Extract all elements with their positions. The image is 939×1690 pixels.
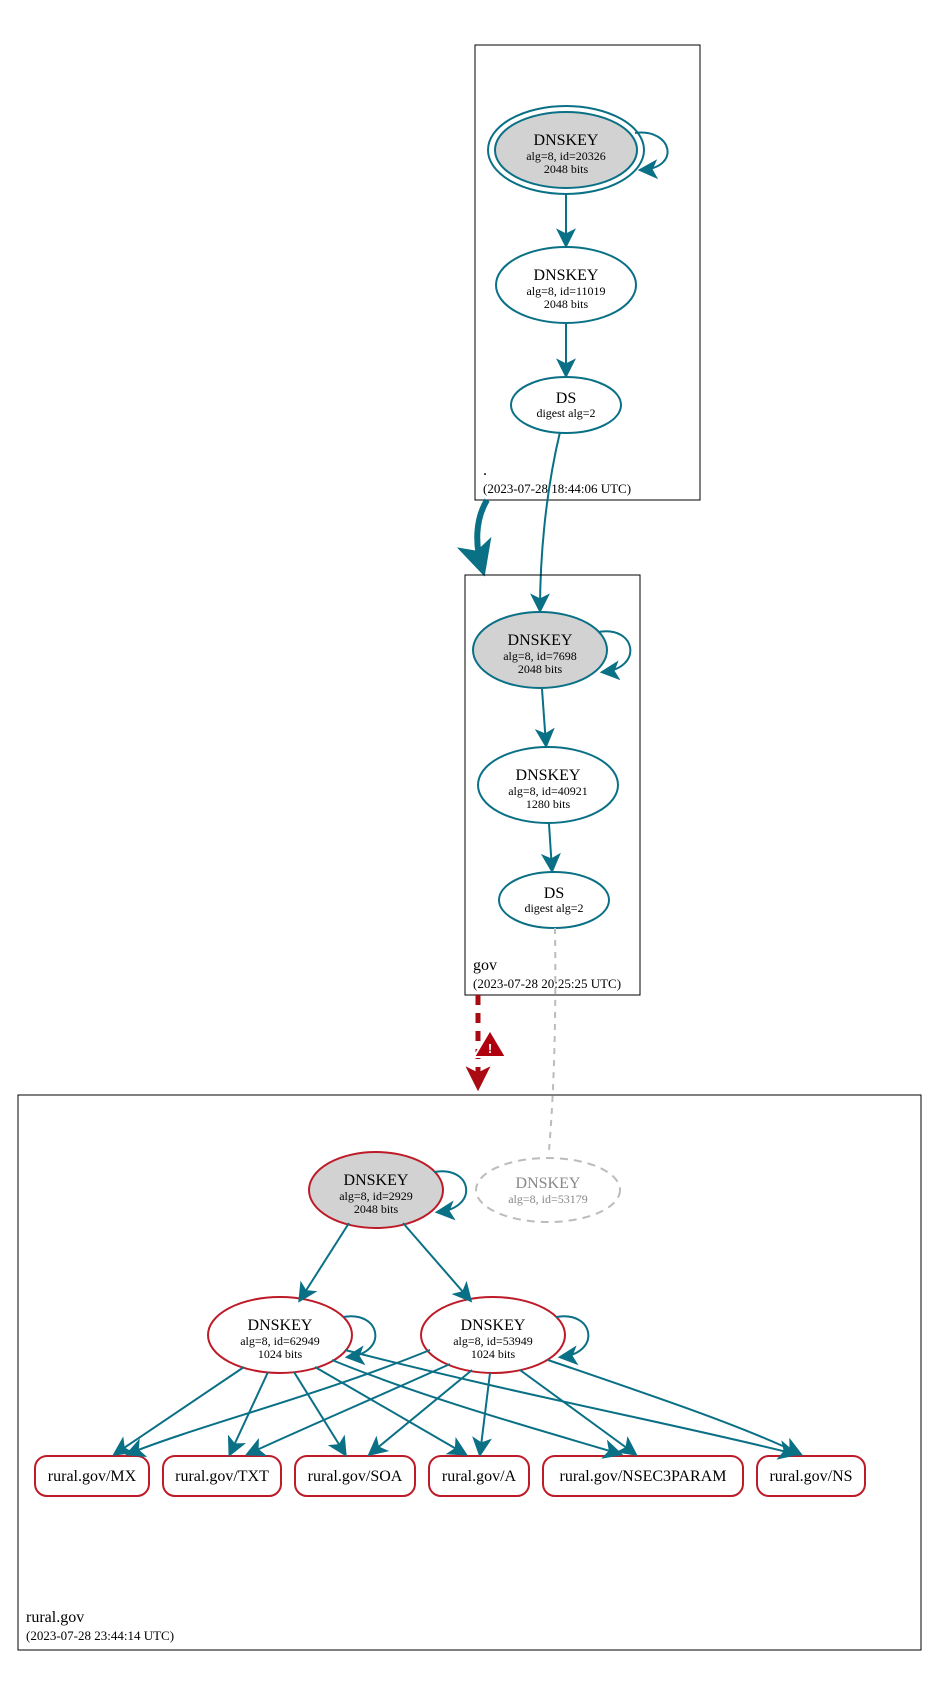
svg-text:rural.gov/A: rural.gov/A [442,1468,517,1485]
svg-text:DNSKEY: DNSKEY [248,1317,313,1334]
svg-text:alg=8, id=11019: alg=8, id=11019 [526,284,605,298]
svg-text:DNSKEY: DNSKEY [534,132,599,149]
svg-text:DNSKEY: DNSKEY [516,1175,581,1192]
svg-text:alg=8, id=53949: alg=8, id=53949 [453,1334,533,1348]
edge-gov-ksk-zsk [542,689,546,745]
svg-text:DS: DS [544,885,564,902]
zone-root: . (2023-07-28 18:44:06 UTC) DNSKEY alg=8… [475,45,700,500]
edge-gov-zsk-ds [549,824,552,870]
svg-text:alg=8, id=2929: alg=8, id=2929 [339,1189,413,1203]
svg-text:rural.gov/TXT: rural.gov/TXT [175,1468,269,1485]
zone-root-ts: (2023-07-28 18:44:06 UTC) [483,481,631,496]
svg-text:alg=8, id=62949: alg=8, id=62949 [240,1334,320,1348]
svg-text:2048 bits: 2048 bits [354,1202,399,1216]
edge-gov-ds-to-missing [549,928,555,1150]
node-gov-zsk: DNSKEY alg=8, id=40921 1280 bits [478,747,618,823]
svg-text:alg=8, id=53179: alg=8, id=53179 [508,1192,588,1206]
zone-gov-ts: (2023-07-28 20:25:25 UTC) [473,976,621,991]
rrset-mx: rural.gov/MX [35,1456,149,1496]
node-gov-ksk: DNSKEY alg=8, id=7698 2048 bits [473,612,607,688]
svg-text:DNSKEY: DNSKEY [508,632,573,649]
zone-rural-ts: (2023-07-28 23:44:14 UTC) [26,1628,174,1643]
svg-text:2048 bits: 2048 bits [518,662,563,676]
svg-text:alg=8, id=20326: alg=8, id=20326 [526,149,606,163]
svg-text:DNSKEY: DNSKEY [461,1317,526,1334]
edge-z1-mx [115,1367,244,1454]
svg-text:1280 bits: 1280 bits [526,797,571,811]
node-rural-zsk1: DNSKEY alg=8, id=62949 1024 bits [208,1297,352,1373]
zone-rural: rural.gov (2023-07-28 23:44:14 UTC) DNSK… [18,1095,921,1650]
node-root-ds: DS digest alg=2 [511,377,621,433]
rrset-txt: rural.gov/TXT [163,1456,281,1496]
svg-text:rural.gov/NS: rural.gov/NS [769,1468,852,1485]
svg-text:alg=8, id=7698: alg=8, id=7698 [503,649,577,663]
svg-text:!: ! [488,1041,492,1056]
zone-gov-label: gov [473,957,497,974]
dnsviz-diagram: . (2023-07-28 18:44:06 UTC) DNSKEY alg=8… [0,0,939,1690]
rrset-ns: rural.gov/NS [757,1456,865,1496]
rrset-a: rural.gov/A [429,1456,529,1496]
zone-gov: gov (2023-07-28 20:25:25 UTC) DNSKEY alg… [465,575,640,995]
svg-text:alg=8, id=40921: alg=8, id=40921 [508,784,588,798]
edge-root-ds-to-gov-ksk [540,432,560,610]
rrset-soa: rural.gov/SOA [295,1456,415,1496]
svg-text:digest alg=2: digest alg=2 [536,406,595,420]
edge-rural-ksk-zsk1 [300,1223,349,1300]
edge-z1-nsec [332,1360,620,1454]
svg-text:digest alg=2: digest alg=2 [524,901,583,915]
svg-text:DNSKEY: DNSKEY [534,267,599,284]
svg-text:DS: DS [556,390,576,407]
svg-text:2048 bits: 2048 bits [544,162,589,176]
edge-root-to-gov-zone [477,500,487,568]
node-root-ksk: DNSKEY alg=8, id=20326 2048 bits [488,106,644,194]
node-gov-ds: DS digest alg=2 [499,872,609,928]
svg-text:1024 bits: 1024 bits [471,1347,516,1361]
svg-text:rural.gov/SOA: rural.gov/SOA [308,1468,403,1485]
node-root-zsk: DNSKEY alg=8, id=11019 2048 bits [496,247,636,323]
svg-text:rural.gov/MX: rural.gov/MX [48,1468,137,1485]
svg-text:rural.gov/NSEC3PARAM: rural.gov/NSEC3PARAM [560,1468,727,1485]
svg-text:1024 bits: 1024 bits [258,1347,303,1361]
node-rural-missing-key: DNSKEY alg=8, id=53179 [476,1158,620,1222]
node-rural-zsk2: DNSKEY alg=8, id=53949 1024 bits [421,1297,565,1373]
edge-z2-soa [370,1370,472,1454]
svg-text:DNSKEY: DNSKEY [344,1172,409,1189]
svg-text:DNSKEY: DNSKEY [516,767,581,784]
edge-z2-txt [248,1364,450,1454]
node-rural-ksk: DNSKEY alg=8, id=2929 2048 bits [309,1152,443,1228]
edge-rural-ksk-zsk2 [403,1223,470,1300]
svg-text:2048 bits: 2048 bits [544,297,589,311]
zone-rural-label: rural.gov [26,1609,84,1626]
rrset-nsec3param: rural.gov/NSEC3PARAM [543,1456,743,1496]
zone-root-label: . [483,462,487,479]
